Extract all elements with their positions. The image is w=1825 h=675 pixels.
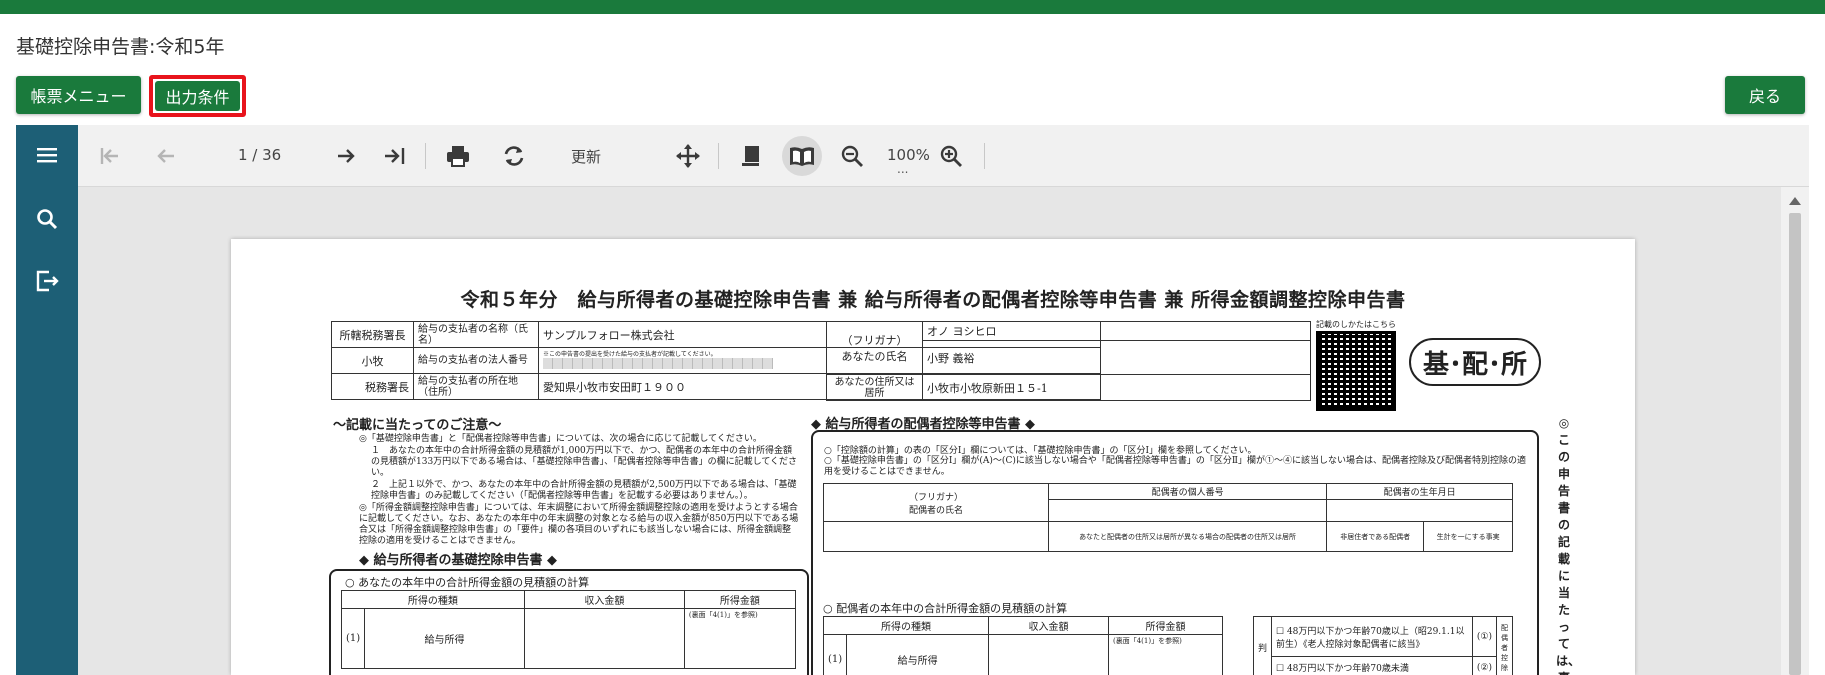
- export-icon[interactable]: [31, 265, 63, 297]
- address-label: あなたの住所又は居所: [826, 374, 923, 401]
- spouse-number-label: 配偶者の個人番号: [1047, 483, 1328, 500]
- furigana-label: （フリガナ）: [841, 334, 908, 347]
- spouse-income-table: 所得の種類 収入金額 所得金額 (1) 給与所得 (裏面「4(1)」を参照): [822, 616, 1224, 675]
- document-title: 令和５年分 給与所得者の基礎控除申告書 兼 給与所得者の配偶者控除等申告書 兼 …: [460, 289, 1406, 311]
- col-revenue: 収入金額: [987, 616, 1109, 635]
- payer-number-label: 給与の支払者の法人番号: [413, 347, 539, 374]
- document-page: 令和５年分 給与所得者の基礎控除申告書 兼 給与所得者の配偶者控除等申告書 兼 …: [231, 239, 1635, 675]
- spouse-furigana-label: （フリガナ）: [908, 492, 963, 503]
- scroll-up-arrow-icon[interactable]: [1789, 197, 1801, 205]
- employee-name: 小野 義裕: [922, 340, 1311, 375]
- pan-move-icon[interactable]: [668, 136, 708, 176]
- viewer-sidebar: [16, 125, 78, 675]
- form-menu-button[interactable]: 帳票メニュー: [16, 76, 141, 114]
- judge-option-2: 48万円以下かつ年齢70歳未満: [1286, 664, 1409, 674]
- search-icon[interactable]: [31, 203, 63, 235]
- basic-section-title: ◆ 給与所得者の基礎控除申告書 ◆: [359, 553, 558, 568]
- back-button[interactable]: 戻る: [1725, 76, 1805, 114]
- zoom-out-icon[interactable]: [832, 136, 872, 176]
- spouse-note-2: ○「基礎控除申告書」の「区分Ⅰ」欄が(A)～(C)に該当しない場合や「配偶者控除…: [824, 456, 1526, 477]
- next-page-icon[interactable]: [326, 136, 366, 176]
- book-view-icon[interactable]: [782, 136, 822, 176]
- row-income-type: 給与所得: [846, 634, 989, 675]
- vertical-scrollbar[interactable]: [1781, 187, 1809, 675]
- notes-title: ～記載に当たってのご注意～: [333, 418, 502, 433]
- scroll-thumb[interactable]: [1789, 213, 1801, 675]
- col-revenue: 収入金額: [523, 590, 685, 609]
- first-page-icon[interactable]: [90, 136, 130, 176]
- judge-label: 判: [1252, 616, 1273, 675]
- qr-caption: 記載のしかたはこちら: [1316, 320, 1396, 329]
- note-item: １ あなたの本年中の合計所得金額の見積額が1,000万円以下で、かつ、配偶者の本…: [371, 446, 798, 478]
- spouse-info-table: （フリガナ） 配偶者の氏名 配偶者の個人番号 配偶者の生年月日 あなたと配偶者の住…: [823, 483, 1513, 552]
- spouse-address-diff-label: あなたと配偶者の住所又は居所が異なる場合の配偶者の住所又は居所: [1047, 521, 1328, 552]
- note-item: ◎「所得金額調整控除申告書」については、年末調整において所得金額調整控除の適用を…: [359, 503, 799, 546]
- toolbar-divider: [984, 143, 985, 169]
- nonresident-label: 非居住者である配偶者: [1326, 521, 1425, 552]
- living-label: 生計を一にする事実: [1423, 521, 1513, 552]
- income-ref: (裏面「4(1)」を参照): [683, 608, 797, 669]
- name-label: あなたの氏名: [841, 350, 908, 363]
- judge-side-label: 配偶者控除: [1496, 616, 1513, 675]
- refresh-icon[interactable]: [494, 136, 534, 176]
- spouse-note-1: ○「控除額の計算」の表の「区分Ⅰ」欄については、「基礎控除申告書」の「区分Ⅰ」欄…: [824, 446, 1257, 456]
- zoom-menu-dots[interactable]: ...: [897, 162, 908, 176]
- col-income-amount: 所得金額: [1107, 616, 1224, 635]
- output-condition-highlight: 出力条件: [149, 75, 246, 117]
- payer-address-label: 給与の支払者の所在地（住所）: [413, 373, 539, 400]
- viewer-toolbar: 1 / 36 更新 100% ...: [78, 125, 1809, 187]
- judge-mark-1: (①): [1471, 616, 1498, 657]
- basic-sub-title: ○ あなたの本年中の合計所得金額の見積額の計算: [345, 576, 590, 589]
- tax-office-label: 所轄税務署長: [331, 321, 414, 348]
- print-icon[interactable]: [438, 136, 478, 176]
- employee-info-table: （フリガナ） あなたの氏名 オノ ヨシヒロ 小野 義裕 あなたの住所又は居所 小牧…: [826, 321, 1311, 401]
- income-ref: (裏面「4(1)」を参照): [1107, 634, 1224, 675]
- note-item: ２ 上記１以外で、かつ、あなたの本年中の合計所得金額の見積額が2,500万円以下…: [371, 480, 797, 501]
- page-title: 基礎控除申告書:令和5年: [16, 36, 225, 58]
- top-bar: [0, 0, 1825, 14]
- col-income-type: 所得の種類: [341, 590, 525, 609]
- payer-number-redacted: [543, 358, 773, 369]
- employee-address: 小牧市小牧原新田１５-1: [922, 374, 1311, 401]
- employee-furigana: オノ ヨシヒロ: [922, 321, 1311, 341]
- vertical-note: ◎この申告書の記載に当たっては、裏: [1556, 416, 1581, 675]
- report-viewer: 1 / 36 更新 100% ... 令和５年分 給与所得者の基礎控除申告書 兼…: [16, 125, 1809, 675]
- page-indicator[interactable]: 1 / 36: [238, 146, 281, 164]
- tax-office-suffix: 税務署長: [331, 373, 414, 400]
- qr-code: [1316, 331, 1396, 411]
- row-number: (1): [822, 634, 848, 675]
- spouse-sub-title: ○ 配偶者の本年中の合計所得金額の見積額の計算: [823, 602, 1068, 615]
- notes-list: ◎「基礎控除申告書」と「配偶者控除等申告書」については、次の場合に応じて記載して…: [359, 434, 799, 548]
- previous-page-icon[interactable]: [146, 136, 186, 176]
- col-income-amount: 所得金額: [683, 590, 797, 609]
- spouse-judge-table: 判 ☐ 48万円以下かつ年齢70歳以上（昭29.1.1以前生）《老人控除対象配偶…: [1252, 616, 1513, 675]
- menu-icon[interactable]: [31, 139, 63, 171]
- form-logo: 基･配･所: [1409, 338, 1541, 386]
- note-item: ◎「基礎控除申告書」と「配偶者控除等申告書」については、次の場合に応じて記載して…: [359, 434, 762, 444]
- col-income-type: 所得の種類: [823, 616, 989, 635]
- toolbar-divider: [718, 143, 719, 169]
- last-page-icon[interactable]: [374, 136, 414, 176]
- row-income-type: 給与所得: [364, 608, 525, 669]
- judge-mark-2: (②): [1471, 656, 1498, 675]
- zoom-in-icon[interactable]: [931, 136, 971, 176]
- spouse-birth-label: 配偶者の生年月日: [1326, 483, 1513, 500]
- toolbar-divider: [425, 143, 426, 169]
- output-condition-button[interactable]: 出力条件: [155, 81, 240, 111]
- payer-name-label: 給与の支払者の名称（氏名）: [413, 321, 539, 348]
- basic-income-table: 所得の種類 収入金額 所得金額 (1) 給与所得 (裏面「4(1)」を参照): [340, 590, 797, 669]
- refresh-label[interactable]: 更新: [571, 146, 601, 167]
- judge-option-1: 48万円以下かつ年齢70歳以上（昭29.1.1以前生）《老人控除対象配偶者に該当…: [1276, 626, 1465, 650]
- single-page-view-icon[interactable]: [732, 136, 772, 176]
- spouse-name-label: 配偶者の氏名: [908, 505, 963, 516]
- tax-office-name: 小牧: [331, 347, 414, 374]
- row-number: (1): [340, 608, 366, 669]
